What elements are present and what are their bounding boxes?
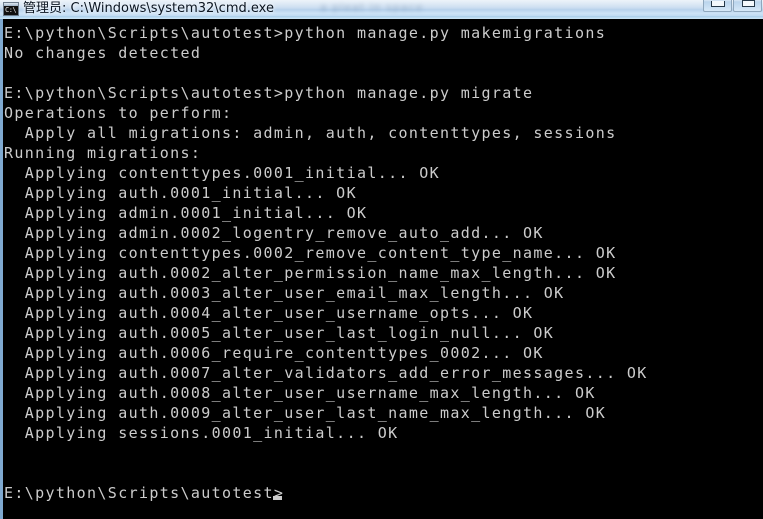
console-line: E:\python\Scripts\autotest>python manage… [4,84,534,102]
console-line: Applying auth.0004_alter_user_username_o… [4,304,534,322]
console-line: No changes detected [4,44,202,62]
title-watermark: a pleat in space [320,1,424,14]
console-line: Running migrations: [4,144,202,162]
window-title: 管理员: C:\Windows\system32\cmd.exe [23,1,274,16]
minimize-icon [711,1,725,7]
console-line: Applying admin.0002_logentry_remove_auto… [4,224,544,242]
title-bar[interactable]: C:\ 管理员: C:\Windows\system32\cmd.exe a p… [0,0,763,19]
cmd-icon-label: C:\ [5,6,17,14]
console-line: Applying admin.0001_initial... OK [4,204,368,222]
console-line: Applying auth.0009_alter_user_last_name_… [4,404,607,422]
console-line: E:\python\Scripts\autotest>python manage… [4,24,607,42]
console-line: Applying auth.0008_alter_user_username_m… [4,384,596,402]
console-line: Applying auth.0005_alter_user_last_login… [4,324,555,342]
console-line: Operations to perform: [4,104,233,122]
console-line: Applying sessions.0001_initial... OK [4,424,399,442]
maximize-icon [742,0,755,7]
console-line: Applying auth.0001_initial... OK [4,184,357,202]
text-cursor [273,496,283,500]
cmd-window: C:\ 管理员: C:\Windows\system32\cmd.exe a p… [0,0,763,519]
console-line: Applying auth.0003_alter_user_email_max_… [4,284,565,302]
window-controls [703,0,762,13]
console-output-area[interactable]: E:\python\Scripts\autotest>python manage… [0,19,763,519]
console-line: Applying contenttypes.0002_remove_conten… [4,244,617,262]
cmd-console-icon: C:\ [3,2,19,16]
console-line: Applying auth.0007_alter_validators_add_… [4,364,648,382]
console-line: E:\python\Scripts\autotest> [4,484,285,502]
console-line: Apply all migrations: admin, auth, conte… [4,124,617,142]
console-line: Applying contenttypes.0001_initial... OK [4,164,440,182]
maximize-button[interactable] [733,0,762,12]
console-text-buffer: E:\python\Scripts\autotest>python manage… [4,23,761,503]
minimize-button[interactable] [703,0,732,12]
console-line: Applying auth.0002_alter_permission_name… [4,264,617,282]
console-line: Applying auth.0006_require_contenttypes_… [4,344,544,362]
